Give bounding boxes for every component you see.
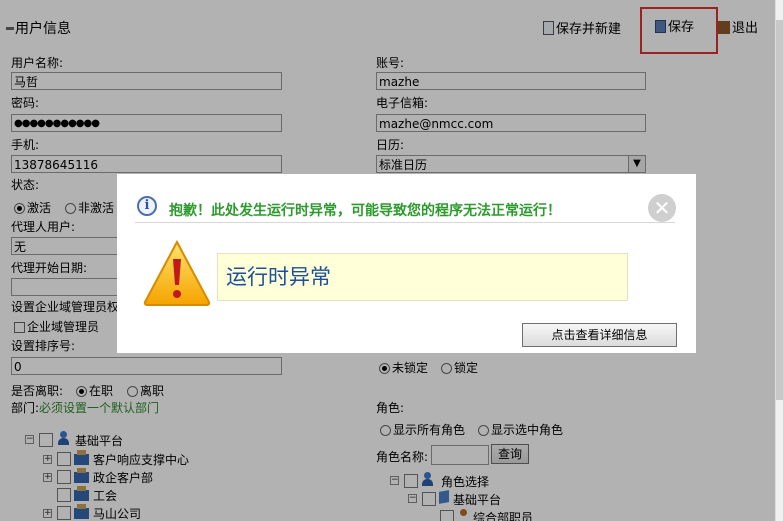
error-message: 运行时异常	[217, 253, 628, 301]
info-icon: i	[137, 196, 157, 216]
view-details-button[interactable]: 点击查看详细信息	[522, 323, 677, 347]
warning-icon	[142, 239, 212, 307]
scrollbar-thumb[interactable]	[776, 20, 783, 400]
vertical-scrollbar[interactable]	[775, 0, 783, 521]
dialog-divider	[135, 222, 675, 223]
user-info-page: 用户信息 保存并新建 保存 退出 用户名称: 马哲 密码: ●●●●●●●●●●…	[0, 0, 776, 521]
error-dialog: i 抱歉！此处发生运行时异常，可能导致您的程序无法正常运行！ ✕ 运行时异常 点…	[117, 174, 696, 353]
dialog-title: 抱歉！此处发生运行时异常，可能导致您的程序无法正常运行！	[169, 203, 561, 219]
close-icon[interactable]: ✕	[648, 194, 676, 222]
